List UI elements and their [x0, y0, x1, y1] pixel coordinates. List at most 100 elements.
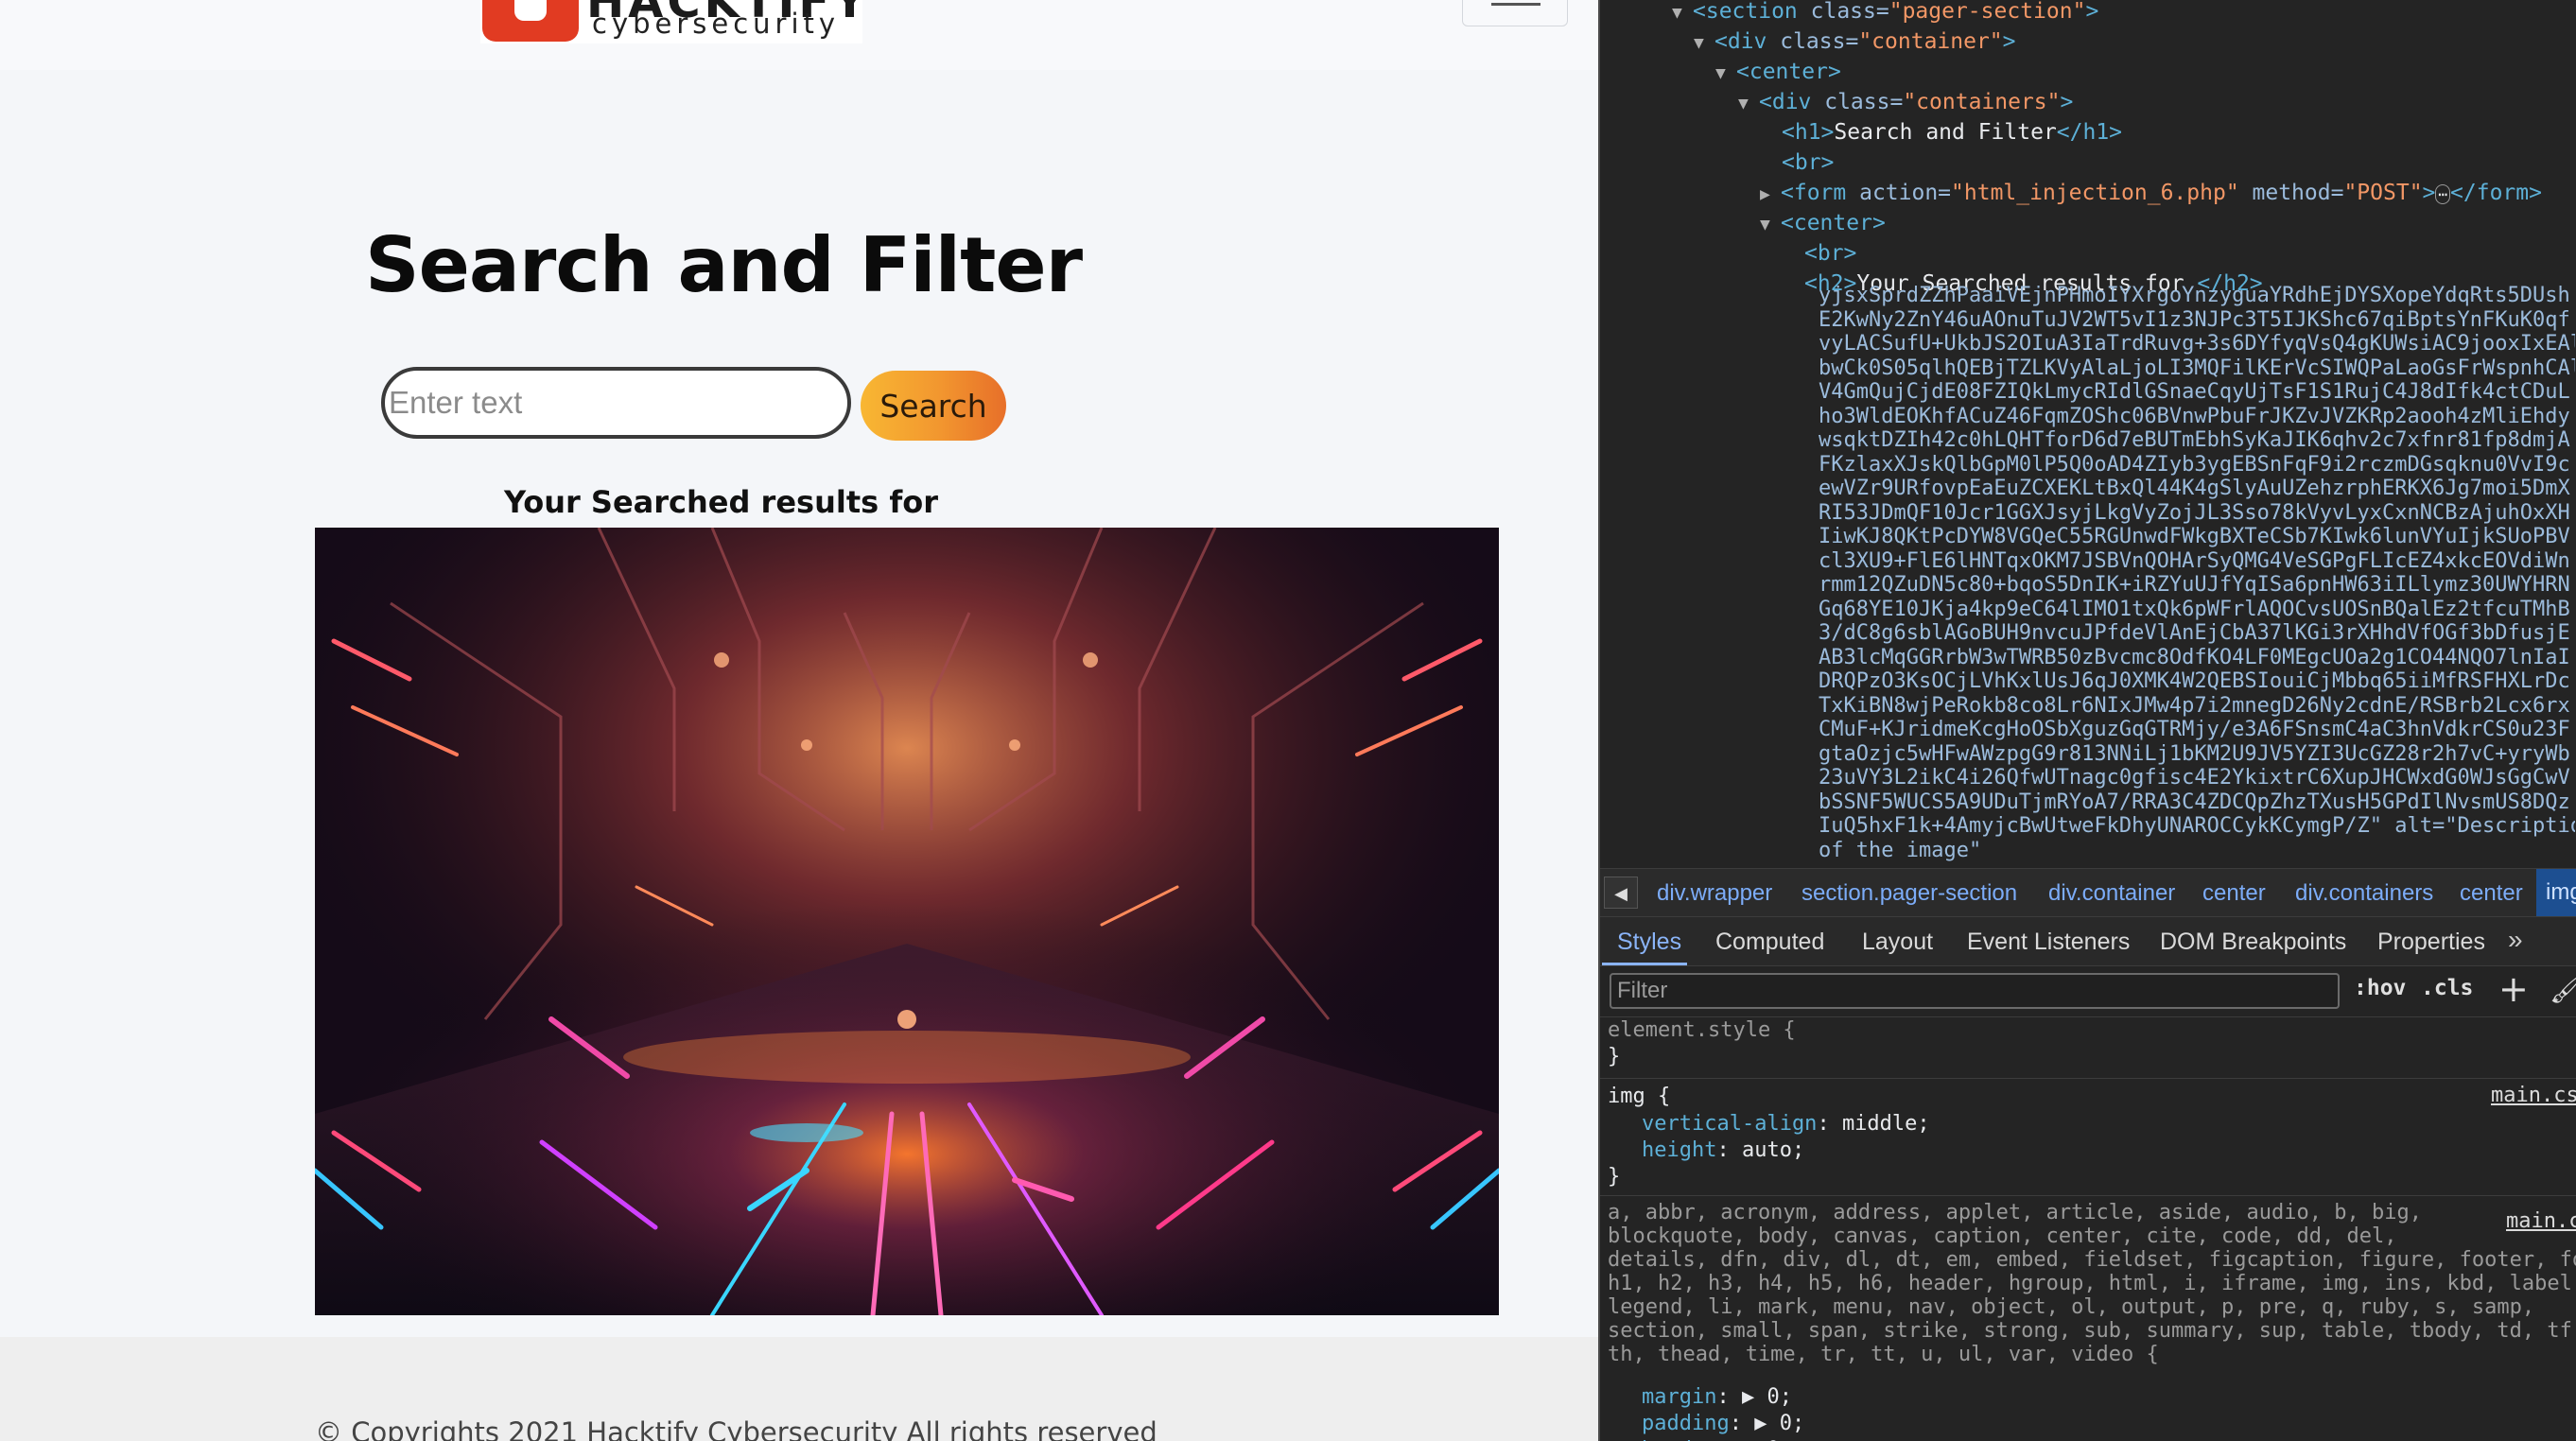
- breadcrumb-item[interactable]: div.wrapper: [1657, 880, 1772, 907]
- tab-computed[interactable]: Computed: [1715, 929, 1824, 956]
- base64-line: IuQ5hxF1k+4AmyjcBwUtweFkDhyUNAROCCykKCym…: [1819, 814, 2575, 838]
- expand-arrow-icon[interactable]: ▼: [1738, 89, 1759, 119]
- site-footer: © Copyrights 2021 Hacktify Cybersecurity…: [0, 1337, 1598, 1441]
- css-property[interactable]: padding: ▶ 0;: [1642, 1411, 1804, 1437]
- hamburger-menu-icon[interactable]: [1462, 0, 1568, 26]
- rule-close-brace: }: [1608, 1045, 1621, 1068]
- logo-subtitle: cybersecurity: [592, 8, 841, 40]
- dom-breadcrumb: ◀ div.wrapper section.pager-section div.…: [1600, 868, 2576, 917]
- css-property[interactable]: margin: ▶ 0;: [1642, 1384, 1792, 1411]
- breadcrumb-item[interactable]: div.container: [2048, 880, 2175, 907]
- results-heading: Your Searched results for: [504, 484, 938, 520]
- tree-node-center[interactable]: ▼ <center>: [1715, 57, 1841, 87]
- base64-line: 23uVY3L2ikC4i26QfwUTnagc0gfisc4E2YkixtrC…: [1819, 766, 2570, 790]
- tree-node-h1[interactable]: <h1>Search and Filter</h1>: [1782, 117, 2122, 148]
- img-rule-selector[interactable]: img {: [1608, 1084, 1670, 1110]
- breadcrumb-item[interactable]: div.containers: [2295, 880, 2433, 907]
- breadcrumb-item-selected[interactable]: img: [2536, 869, 2576, 916]
- more-tabs-icon[interactable]: »: [2508, 925, 2523, 955]
- tab-properties[interactable]: Properties: [2377, 929, 2485, 956]
- base64-line: RI53JDmQF10Jcr1GGXJsyjLkgVyZojJL3Sso78kV…: [1819, 500, 2570, 525]
- footer-copyright: © Copyrights 2021 Hacktify Cybersecurity…: [315, 1416, 1157, 1441]
- styles-filter-input[interactable]: [1610, 973, 2340, 1009]
- base64-line: FKzlaxXJskQlbGpM0lP5Q0oAD4ZIyb3ygEBSnFqF…: [1819, 452, 2570, 477]
- rule-close-brace: }: [1608, 1165, 1621, 1189]
- base64-line: gtaOzjc5wHFwAWzpgG9r813NNiLj1bKM2U9JV5YZ…: [1819, 741, 2570, 766]
- breadcrumb-item[interactable]: center: [2460, 880, 2523, 907]
- base64-line: IiwKJ8QKtPcDYW8VGQeC55RGUnwdFWkgBXTeCSb7…: [1819, 525, 2570, 548]
- base64-line: ho3WldEOKhfACuZ46FqmZOShc06BVnwPbuFrJKZv…: [1819, 404, 2570, 428]
- base64-line: DRQPzO3KsOCjLVhKxlUsJ6qJ0XMK4W2QEBSIouiC…: [1819, 669, 2570, 693]
- base64-line: bwCk0S05qlhQEBjTZLKVyAlaLjoLI3MQFilKErVc…: [1819, 356, 2575, 380]
- base64-line: 3/dC8g6sblAGoBUH9nvcuJPfdeVlAnEjCbA37lKG…: [1819, 621, 2570, 645]
- styles-pane: element.style { } img { main.css vertica…: [1600, 1017, 2576, 1441]
- selector-list-line: details, dfn, div, dl, dt, em, embed, fi…: [1608, 1248, 2576, 1272]
- tree-node-form[interactable]: ▶ <form action="html_injection_6.php" met…: [1760, 178, 2542, 208]
- tab-styles[interactable]: Styles: [1617, 929, 1681, 956]
- base64-line: ewVZr9URfovpEaEuZCXEKLtBxQl44K4gSlyAuUZe…: [1819, 477, 2570, 500]
- sidebar-tabs: Styles Computed Layout Event Listeners D…: [1600, 917, 2576, 966]
- selector-list-line: a, abbr, acronym, address, applet, artic…: [1608, 1201, 2422, 1224]
- base64-line: Gq68YE10JKja4kp9eC64lIMO1txQk6pWFrlAQOCv…: [1819, 597, 2570, 621]
- page-title: Search and Filter: [365, 221, 1083, 309]
- hacktify-logo[interactable]: HACKTIFY cybersecurity: [480, 0, 866, 43]
- expand-arrow-icon[interactable]: ▼: [1694, 28, 1714, 59]
- rule-divider: [1600, 1078, 2576, 1079]
- tree-node-br-2[interactable]: <br>: [1804, 238, 1856, 269]
- selector-list-line: th, thead, time, tr, tt, u, ul, var, vid…: [1608, 1343, 2159, 1366]
- element-style-selector[interactable]: element.style {: [1608, 1017, 1796, 1044]
- page-viewport: HACKTIFY cybersecurity Search and Filter…: [0, 0, 1598, 1441]
- site-header: HACKTIFY cybersecurity: [0, 0, 1598, 70]
- search-input[interactable]: [381, 367, 851, 439]
- tab-event-listeners[interactable]: Event Listeners: [1967, 929, 2130, 956]
- css-property[interactable]: height: auto;: [1642, 1137, 1804, 1164]
- paint-brush-icon[interactable]: 🖌: [2550, 974, 2576, 1005]
- img-src-base64-value[interactable]: yjsxSprdZZhPaaiVEjnPHmoIYXrgoYnzyguaYRdh…: [1819, 284, 2575, 864]
- img-rule-source-link[interactable]: main.css: [2491, 1084, 2576, 1107]
- base64-line: TxKiBN8wjPeRokb8co8Lr6NIxJMw4p7i2mnegD26…: [1819, 693, 2570, 718]
- css-property[interactable]: border: ▶ 0;: [1642, 1437, 1792, 1441]
- base64-line: bSSNF5WUCS5A9UDuTjmRYoA7/RRA3C4ZDCQpZhzT…: [1819, 790, 2570, 814]
- tab-layout[interactable]: Layout: [1862, 929, 1933, 956]
- expand-arrow-icon[interactable]: ▼: [1760, 210, 1781, 240]
- base64-line: cl3XU9+FlE6lHNTqxOKM7JSBVnQOHArSyQMG4VeS…: [1819, 548, 2570, 573]
- logo-mark-icon: [482, 0, 579, 42]
- selector-list-line: section, small, span, strike, strong, su…: [1608, 1319, 2572, 1343]
- breadcrumb-item[interactable]: center: [2202, 880, 2266, 907]
- reset-rule-source-link[interactable]: main.css: [2506, 1209, 2576, 1233]
- selector-list-line: h1, h2, h3, h4, h5, h6, header, hgroup, …: [1608, 1272, 2572, 1295]
- breadcrumb-scroll-left-icon[interactable]: ◀: [1604, 877, 1638, 909]
- elements-tree: ▼ <section class="pager-section"> ▼ <div c…: [1600, 0, 2576, 866]
- base64-line: AB3lcMqGGRrbW3wTWRB50zBvcmc8OdfKO4LF0MEg…: [1819, 645, 2570, 669]
- tree-node-div-container[interactable]: ▼ <div class="container">: [1694, 26, 2016, 57]
- base64-line: rmm12QZuDN5c80+bqoS5DnIK+iRZYuUJfYqISa6p…: [1819, 573, 2570, 597]
- base64-line: vyLACSufU+UkbJS2OIuA3IaTrdRuvg+3s6DYfyqV…: [1819, 332, 2575, 356]
- expand-arrow-icon[interactable]: ▼: [1715, 59, 1736, 89]
- devtools-panel: ▼ <section class="pager-section"> ▼ <div c…: [1600, 0, 2576, 1441]
- tree-node-section[interactable]: ▼ <section class="pager-section">: [1672, 0, 2098, 26]
- css-property[interactable]: vertical-align: middle;: [1642, 1111, 1930, 1137]
- tab-dom-breakpoints[interactable]: DOM Breakpoints: [2160, 929, 2346, 956]
- tree-node-div-containers[interactable]: ▼ <div class="containers">: [1738, 87, 2073, 117]
- breadcrumb-item[interactable]: section.pager-section: [1801, 880, 2017, 907]
- hover-state-toggle[interactable]: :hov: [2354, 976, 2406, 1000]
- base64-line: yjsxSprdZZhPaaiVEjnPHmoIYXrgoYnzyguaYRdh…: [1819, 284, 2570, 307]
- base64-line: of the image": [1819, 838, 1982, 862]
- class-toggle[interactable]: .cls: [2421, 976, 2473, 1000]
- new-style-rule-icon[interactable]: +: [2498, 968, 2529, 1010]
- base64-line: E2KwNy2ZnY46uAOnuTuJV2WT5vI1z3NJPc3T5IJK…: [1819, 307, 2570, 332]
- base64-line: CMuF+KJridmeKcgHoOSbXguzGqGTRMjy/e3A6FSn…: [1819, 718, 2570, 741]
- tree-node-br[interactable]: <br>: [1782, 148, 1834, 178]
- styles-filter-bar: :hov .cls + 🖌: [1600, 966, 2576, 1017]
- expand-arrow-icon[interactable]: ▼: [1672, 0, 1693, 28]
- tree-node-center-inner[interactable]: ▼ <center>: [1760, 208, 1886, 238]
- base64-line: wsqktDZIh42c0hLQHTforD6d7eBUTmEbhSyKaJIK…: [1819, 428, 2570, 452]
- base64-line: V4GmQujCjdE08FZIQkLmycRIdlGSnaeCqyUjTsF1…: [1819, 380, 2570, 404]
- result-image: [315, 528, 1499, 1315]
- neon-corridor-image: [315, 528, 1499, 1315]
- active-tab-indicator: [1602, 963, 1687, 965]
- collapse-arrow-icon[interactable]: ▶: [1760, 180, 1781, 210]
- ellipsis-icon[interactable]: ⋯: [2435, 184, 2451, 204]
- search-button[interactable]: Search: [861, 371, 1006, 441]
- rule-divider: [1600, 1195, 2576, 1196]
